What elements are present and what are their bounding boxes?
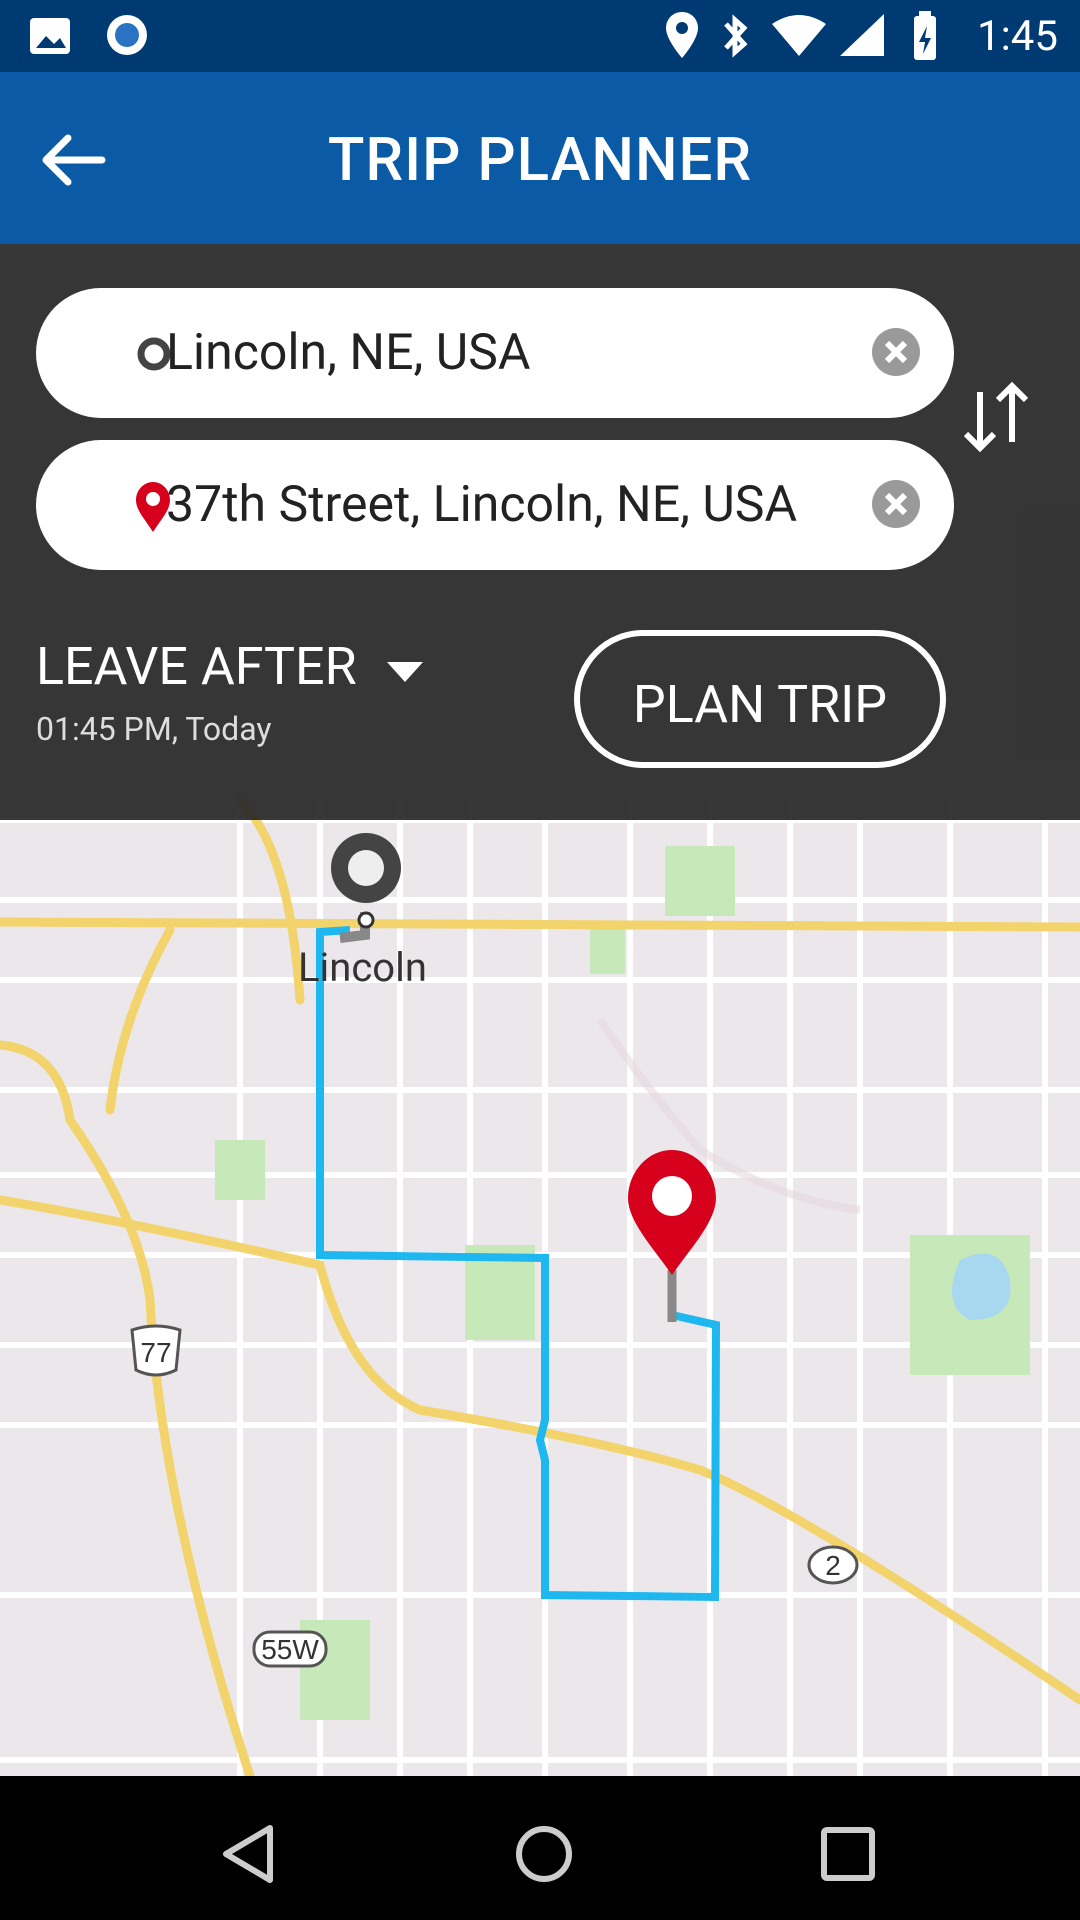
signal-icon — [840, 14, 884, 56]
city-label: Lincoln — [298, 944, 427, 991]
navigation-bar — [0, 1776, 1080, 1920]
leave-after-dropdown[interactable]: LEAVE AFTER — [36, 636, 427, 697]
leave-after-label: LEAVE AFTER — [36, 636, 357, 697]
status-time: 1:45 — [977, 12, 1058, 61]
image-icon — [30, 18, 70, 54]
location-icon — [666, 12, 698, 58]
destination-field[interactable]: 37th Street, Lincoln, NE, USA — [36, 440, 954, 570]
clear-destination-icon[interactable] — [872, 480, 920, 528]
swap-direction-icon[interactable] — [960, 382, 1032, 452]
shield-2: 2 — [825, 1550, 841, 1581]
leave-after-time: 01:45 PM, Today — [36, 710, 272, 748]
destination-input[interactable]: 37th Street, Lincoln, NE, USA — [166, 476, 824, 534]
wifi-icon — [772, 15, 826, 56]
app-bar: TRIP PLANNER — [0, 72, 1080, 244]
origin-input[interactable]: Lincoln, NE, USA — [166, 324, 824, 382]
nav-home-icon[interactable] — [514, 1824, 574, 1884]
nav-recents-icon[interactable] — [818, 1824, 878, 1884]
battery-icon — [914, 11, 936, 60]
status-bar: 1:45 — [0, 0, 1080, 72]
app-status-icon — [107, 15, 147, 55]
shield-77: 77 — [140, 1337, 171, 1368]
shield-55w: 55W — [261, 1634, 319, 1665]
page-title: TRIP PLANNER — [327, 124, 753, 195]
plan-trip-button[interactable]: PLAN TRIP — [574, 630, 946, 768]
clear-origin-icon[interactable] — [872, 328, 920, 376]
bluetooth-icon — [724, 14, 748, 58]
dropdown-caret-icon — [386, 662, 423, 682]
nav-back-icon[interactable] — [218, 1824, 278, 1884]
origin-field[interactable]: Lincoln, NE, USA — [36, 288, 954, 418]
